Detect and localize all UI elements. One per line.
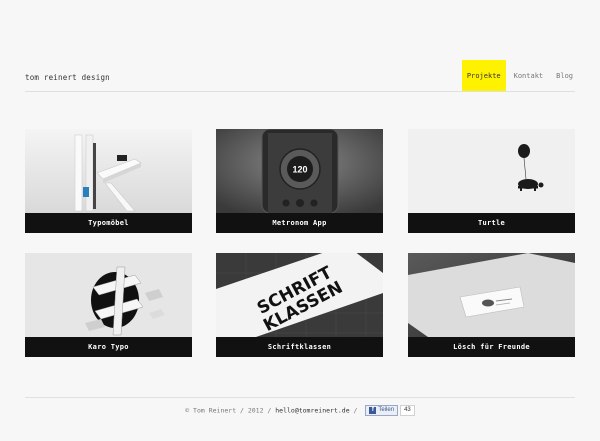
share-label: Teilen	[378, 407, 395, 413]
project-caption: Typomöbel	[25, 213, 192, 233]
facebook-share-button[interactable]: f Teilen	[365, 405, 399, 416]
project-caption: Metronom App	[216, 213, 383, 233]
nav-item-blog[interactable]: Blog	[551, 60, 578, 91]
project-caption: Lösch für Freunde	[408, 337, 575, 357]
site-brand[interactable]: tom reinert design	[25, 73, 110, 82]
project-thumbnail	[25, 253, 192, 337]
project-caption: Turtle	[408, 213, 575, 233]
nav-item-kontakt[interactable]: Kontakt	[509, 60, 549, 91]
project-card-karo-typo[interactable]: Karo Typo	[25, 253, 192, 357]
footer-email-link[interactable]: hello@tomreinert.de	[275, 407, 349, 415]
project-thumbnail	[25, 129, 192, 213]
metronome-bpm-readout: 120	[292, 165, 307, 175]
site-footer: © Tom Reinert / 2012 / hello@tomreinert.…	[0, 405, 600, 416]
footer-copyright: © Tom Reinert / 2012 /	[185, 406, 272, 415]
share-count: 43	[400, 405, 415, 416]
footer-separator: /	[353, 406, 358, 415]
project-caption: Schriftklassen	[216, 337, 383, 357]
project-card-typomoebel[interactable]: Typomöbel	[25, 129, 192, 233]
project-caption: Karo Typo	[25, 337, 192, 357]
header-divider	[25, 91, 575, 92]
project-card-turtle[interactable]: Turtle	[408, 129, 575, 233]
project-thumbnail: SCHRIFT KLASSEN	[216, 253, 383, 337]
project-card-schriftklassen[interactable]: SCHRIFT KLASSEN Schriftklassen	[216, 253, 383, 357]
project-card-loesch-fuer-freunde[interactable]: Lösch für Freunde	[408, 253, 575, 357]
project-thumbnail	[408, 253, 575, 337]
project-grid: Typomöbel 120 Metronom App Turtle Karo T…	[25, 129, 575, 357]
nav-item-projekte[interactable]: Projekte	[461, 60, 506, 91]
project-card-metronom-app[interactable]: 120 Metronom App	[216, 129, 383, 233]
footer-divider	[25, 397, 575, 398]
main-nav: Projekte Kontakt Blog	[459, 60, 578, 91]
facebook-icon: f	[369, 407, 377, 414]
project-thumbnail: 120	[216, 129, 383, 213]
project-thumbnail	[408, 129, 575, 213]
